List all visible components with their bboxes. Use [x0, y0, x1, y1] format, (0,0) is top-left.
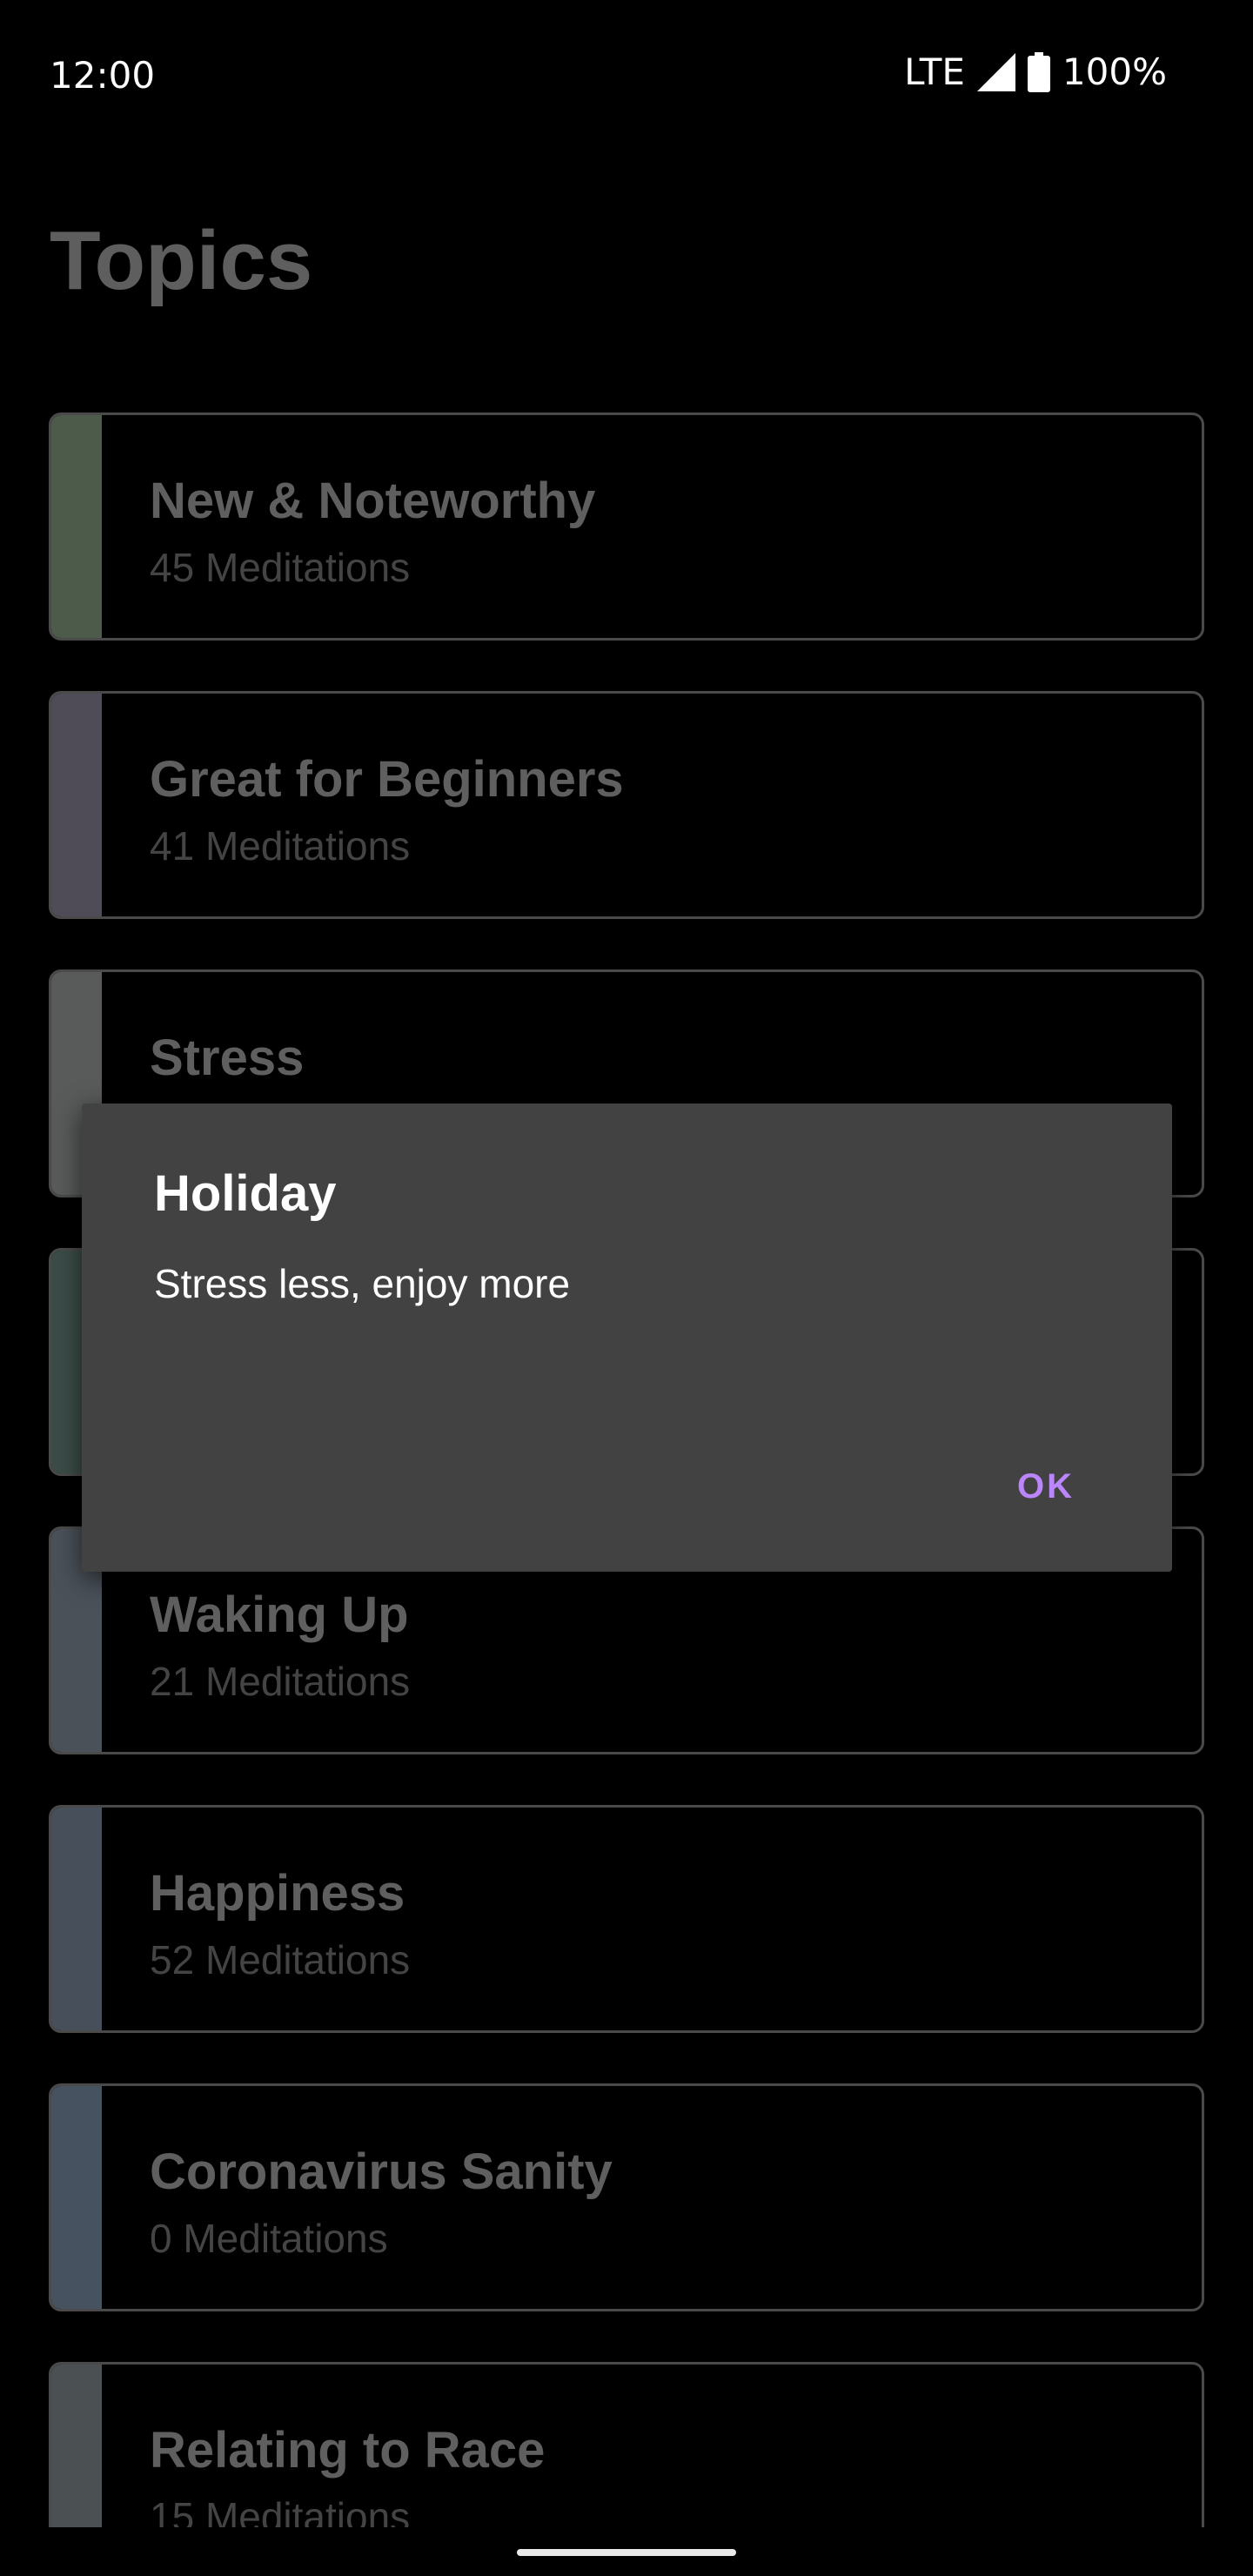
- topic-count: 52 Meditations: [150, 1937, 411, 1982]
- battery-level: 100%: [1062, 50, 1167, 93]
- topic-title: Waking Up: [150, 1587, 409, 1643]
- topic-title: New & Noteworthy: [150, 473, 596, 529]
- topic-accent: [51, 1808, 102, 2030]
- topic-title: Stress: [150, 1030, 305, 1086]
- dialog-title: Holiday: [154, 1165, 337, 1222]
- page-title: Topics: [50, 214, 313, 307]
- topic-card[interactable]: Great for Beginners 41 Meditations: [49, 691, 1204, 919]
- topic-title: Relating to Race: [150, 2422, 546, 2479]
- topic-card[interactable]: Happiness 52 Meditations: [49, 1805, 1204, 2033]
- topic-title: Coronavirus Sanity: [150, 2143, 613, 2200]
- topic-count: 0 Meditations: [150, 2216, 388, 2261]
- battery-icon: [1027, 51, 1050, 92]
- topic-title: Great for Beginners: [150, 751, 624, 808]
- status-indicators: LTE 100%: [904, 50, 1167, 93]
- status-bar: 12:00 LTE 100%: [0, 0, 1253, 148]
- topic-accent: [51, 415, 102, 638]
- topic-count: 45 Meditations: [150, 545, 411, 590]
- topic-accent: [51, 694, 102, 916]
- ok-button[interactable]: OK: [1007, 1459, 1085, 1515]
- topic-accent: [51, 2365, 102, 2527]
- topic-card[interactable]: Relating to Race 15 Meditations: [49, 2362, 1204, 2527]
- topic-count: 41 Meditations: [150, 823, 411, 869]
- signal-icon: [976, 52, 1015, 91]
- status-time: 12:00: [50, 54, 156, 97]
- network-label: LTE: [904, 50, 965, 93]
- topic-card[interactable]: New & Noteworthy 45 Meditations: [49, 413, 1204, 641]
- topic-count: 21 Meditations: [150, 1659, 411, 1704]
- gesture-nav-handle[interactable]: [517, 2549, 736, 2556]
- topic-accent: [51, 2086, 102, 2309]
- topic-count: 15 Meditations: [150, 2494, 411, 2527]
- holiday-dialog: Holiday Stress less, enjoy more OK: [82, 1104, 1172, 1572]
- topic-card[interactable]: Coronavirus Sanity 0 Meditations: [49, 2083, 1204, 2311]
- dialog-message: Stress less, enjoy more: [154, 1261, 571, 1306]
- topic-title: Happiness: [150, 1865, 405, 1922]
